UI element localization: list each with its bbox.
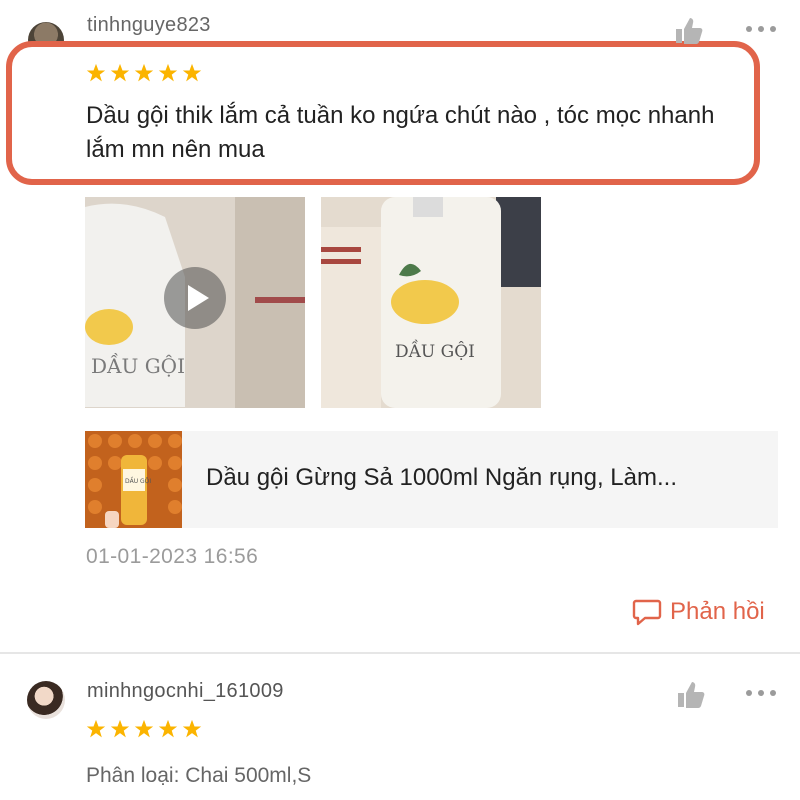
- reply-label: Phản hồi: [670, 598, 765, 625]
- review-video-thumbnail[interactable]: DẦU GỘI: [85, 197, 305, 408]
- star-rating: [86, 719, 202, 739]
- star-icon: [86, 63, 106, 82]
- star-icon: [134, 63, 154, 82]
- product-link[interactable]: DẦU GỘI Dầu gội Gừng Sả 1000ml Ngăn rụng…: [85, 431, 778, 528]
- bottle-label: DẦU GỘI: [91, 352, 185, 378]
- product-name: Dầu gội Gừng Sả 1000ml Ngăn rụng, Làm...: [206, 464, 677, 491]
- more-options-icon[interactable]: [744, 24, 778, 34]
- star-icon: [86, 719, 106, 738]
- star-icon: [134, 719, 154, 738]
- star-icon: [110, 63, 130, 82]
- product-image: DẦU GỘI: [85, 431, 182, 528]
- star-icon: [182, 63, 202, 82]
- review-divider: [0, 652, 800, 654]
- play-button[interactable]: [164, 267, 226, 329]
- bottle-label: DẦU GỘI: [395, 340, 475, 362]
- reviewer-username: tinhnguye823: [87, 14, 211, 36]
- star-icon: [110, 719, 130, 738]
- reviewer-avatar[interactable]: [27, 681, 65, 719]
- thumbs-up-icon[interactable]: [674, 678, 708, 712]
- more-options-icon[interactable]: [744, 688, 778, 698]
- review-timestamp: 01-01-2023 16:56: [86, 545, 259, 568]
- review-text: Dầu gội thik lắm cả tuần ko ngứa chút nà…: [86, 102, 715, 163]
- reply-button[interactable]: Phản hồi: [632, 597, 765, 627]
- reviewer-username: minhngocnhi_161009: [87, 680, 284, 702]
- thumbs-up-icon[interactable]: [672, 14, 706, 48]
- review-list: tinhnguye823 Dầu gội thik lắm cả tuần ko…: [0, 0, 800, 800]
- play-icon: [188, 285, 209, 311]
- chat-bubble-icon: [632, 599, 662, 626]
- star-icon: [182, 719, 202, 738]
- product-thumb-label: DẦU GỘI: [125, 477, 151, 485]
- star-icon: [158, 63, 178, 82]
- star-icon: [158, 719, 178, 738]
- review-photo-thumbnail[interactable]: DẦU GỘI: [321, 197, 541, 408]
- product-thumbnail: DẦU GỘI: [85, 431, 182, 528]
- product-variation: Phân loại: Chai 500ml,S: [86, 764, 312, 787]
- star-rating: [86, 63, 202, 83]
- shampoo-bottle-image: DẦU GỘI: [321, 197, 541, 408]
